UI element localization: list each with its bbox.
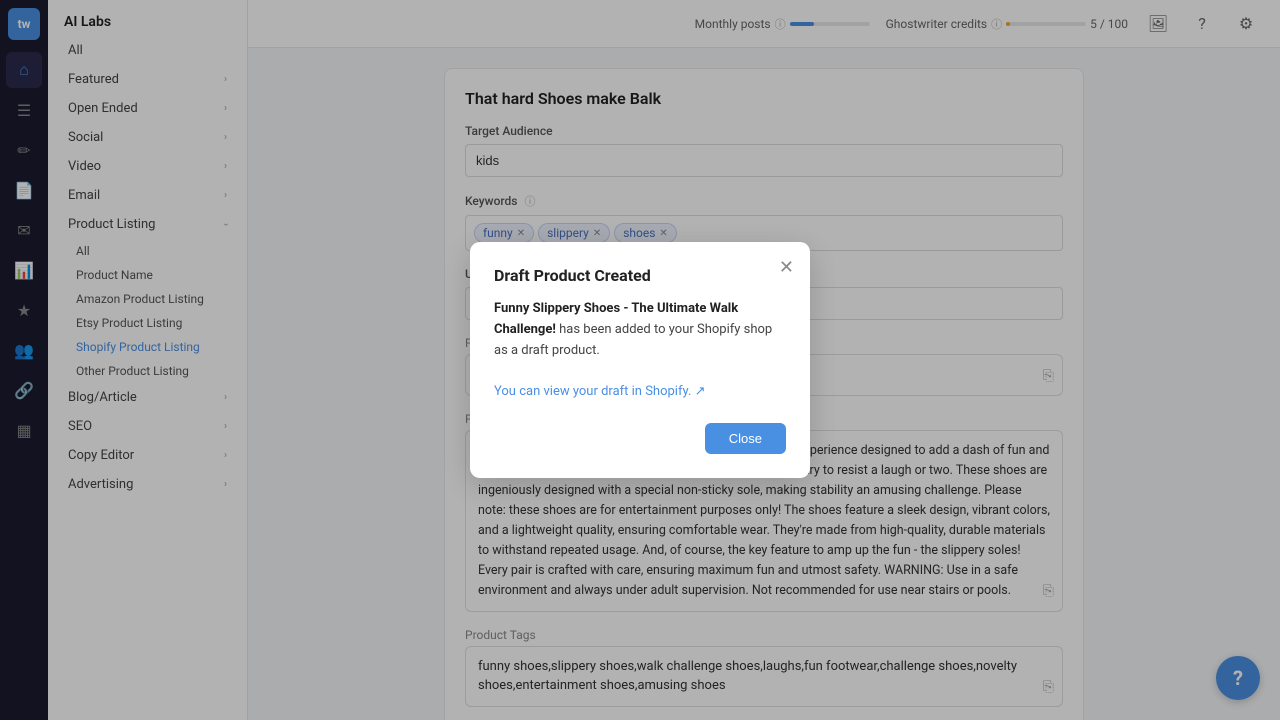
external-link-icon: ↗ bbox=[695, 384, 706, 399]
modal-shopify-link[interactable]: You can view your draft in Shopify. ↗ bbox=[494, 384, 706, 399]
modal-title: Draft Product Created bbox=[494, 266, 786, 285]
modal-close-button[interactable]: ✕ bbox=[779, 258, 794, 276]
modal-close-confirm-button[interactable]: Close bbox=[705, 423, 786, 454]
modal-body: Funny Slippery Shoes - The Ultimate Walk… bbox=[494, 299, 786, 403]
modal-footer: Close bbox=[494, 423, 786, 454]
modal-overlay[interactable]: Draft Product Created ✕ Funny Slippery S… bbox=[0, 0, 1280, 720]
draft-product-modal: Draft Product Created ✕ Funny Slippery S… bbox=[470, 242, 810, 478]
